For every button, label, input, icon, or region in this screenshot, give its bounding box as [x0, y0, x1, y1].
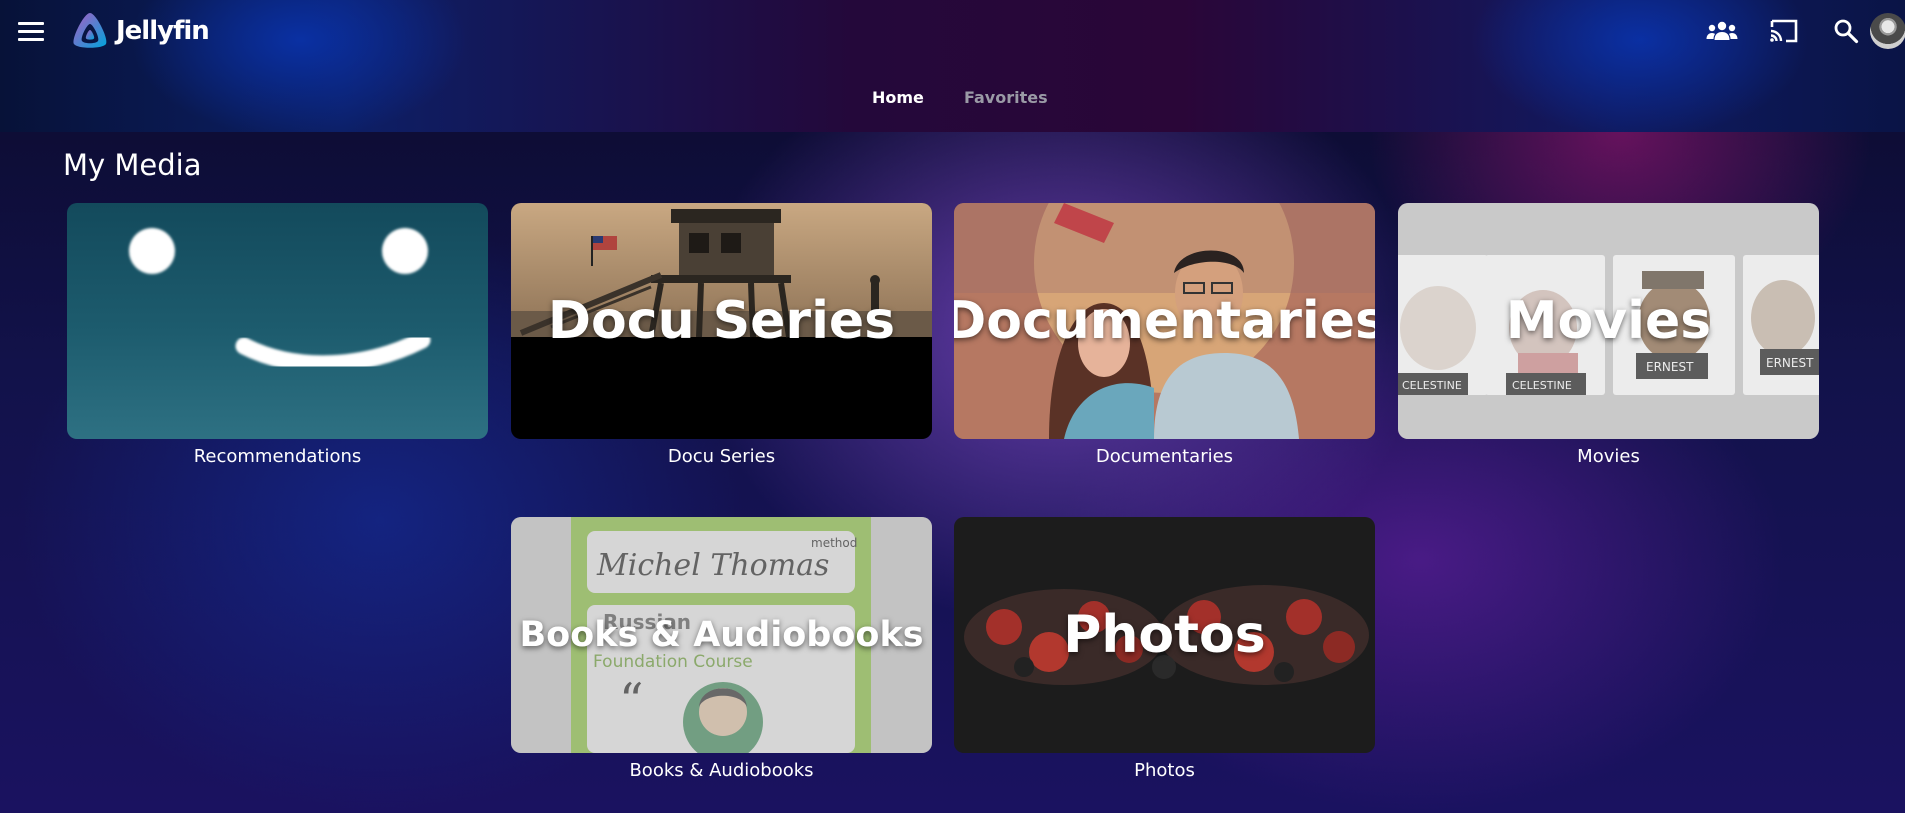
- movies-artwork: CELESTINE CELESTINE ERNEST ERNEST Movies: [1398, 203, 1819, 439]
- library-overlay-title: Books & Audiobooks: [519, 615, 924, 655]
- library-label: Books & Audiobooks: [629, 760, 814, 781]
- library-overlay-title: Movies: [1505, 291, 1712, 351]
- tab-home[interactable]: Home: [872, 88, 924, 107]
- users-icon[interactable]: [1705, 14, 1739, 48]
- library-label: Documentaries: [1095, 446, 1234, 467]
- jellyfin-logo[interactable]: Jellyfin: [70, 11, 210, 51]
- library-card-documentaries[interactable]: Documentaries Documentaries: [954, 203, 1375, 467]
- top-app-bar: Jellyfin Home Favorites: [0, 0, 1905, 132]
- user-avatar[interactable]: [1870, 13, 1905, 49]
- app-name: Jellyfin: [116, 16, 210, 46]
- documentaries-artwork: Documentaries: [954, 203, 1375, 439]
- hamburger-menu-icon[interactable]: [18, 20, 44, 42]
- recommendations-artwork: [67, 203, 488, 439]
- library-card-photos[interactable]: Photos Photos: [954, 517, 1375, 781]
- section-title: My Media: [63, 148, 202, 182]
- library-label: Recommendations: [193, 446, 362, 467]
- tab-favorites[interactable]: Favorites: [964, 88, 1048, 107]
- library-card-recommendations[interactable]: Recommendations: [67, 203, 488, 467]
- cast-icon[interactable]: [1767, 14, 1801, 48]
- books-audiobooks-artwork: Michel Thomas method Russian Foundation …: [511, 517, 932, 753]
- library-label: Movies: [1577, 446, 1640, 467]
- library-overlay-title: Docu Series: [547, 291, 896, 351]
- photos-artwork: Photos: [954, 517, 1375, 753]
- library-label: Photos: [1134, 760, 1195, 781]
- library-label: Docu Series: [667, 446, 776, 467]
- search-icon[interactable]: [1829, 14, 1863, 48]
- library-overlay-title: Photos: [1063, 605, 1266, 665]
- smiley-face-icon: [129, 228, 431, 373]
- library-card-books-audiobooks[interactable]: Michel Thomas method Russian Foundation …: [511, 517, 932, 781]
- library-overlay-title: Documentaries: [954, 291, 1375, 351]
- home-tabs: Home Favorites: [0, 88, 1905, 112]
- library-card-movies[interactable]: CELESTINE CELESTINE ERNEST ERNEST Movies…: [1398, 203, 1819, 467]
- jellyfin-logo-icon: [73, 13, 107, 48]
- library-card-docu-series[interactable]: Docu Series Docu Series: [511, 203, 932, 467]
- docu-series-artwork: Docu Series: [511, 203, 932, 439]
